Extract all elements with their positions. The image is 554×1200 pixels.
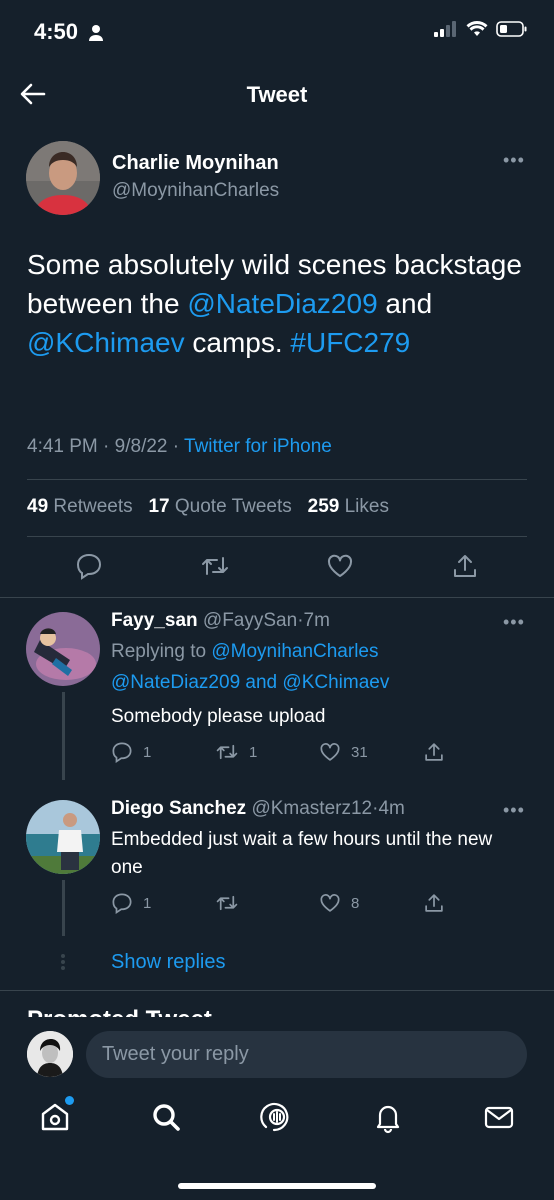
tweet-source-link[interactable]: Twitter for iPhone [184,436,332,457]
divider [0,597,554,598]
like-icon [319,892,341,914]
likes-stat[interactable]: 259 Likes [308,496,389,517]
envelope-icon [482,1100,516,1134]
thread-line [62,880,65,936]
reply-header: Fayy_san @FayySan·7m [111,610,330,632]
cellular-signal-icon [434,21,458,37]
thread-line [62,692,65,780]
share-icon[interactable] [451,552,479,580]
tweet-actions [27,552,527,580]
tweet-stats: 49 Retweets 17 Quote Tweets 259 Likes [27,496,389,518]
mention-link[interactable]: @KChimaev [282,672,389,693]
reply-reply-button[interactable]: 1 [111,741,215,763]
tweet-text-segment: camps. [184,327,291,358]
retweet-icon[interactable] [200,552,230,580]
tweet-text-segment: and [377,288,433,319]
retweet-icon [215,892,239,914]
meta-separator: · [97,436,115,457]
home-indicator [178,1183,376,1189]
reply-retweet-button[interactable]: 1 [215,741,319,763]
reply-text: Embedded just wait a few hours until the… [111,829,493,878]
hashtag-link[interactable]: #UFC279 [290,327,410,358]
replying-to-and: and [240,672,283,693]
reply-author-handle[interactable]: @FayySan [203,610,297,631]
reply-header: Diego Sanchez @Kmasterz12·4m [111,798,405,820]
reply-avatar[interactable] [26,800,100,874]
reply-share-button[interactable] [423,892,527,914]
reply-reply-button[interactable]: 1 [111,892,215,914]
author-name[interactable]: Charlie Moynihan [112,152,279,175]
home-icon [38,1100,72,1134]
notification-dot [65,1096,75,1105]
tweet-meta: 4:41 PM · 9/8/22 · Twitter for iPhone [27,436,332,458]
share-icon [423,892,445,914]
divider [27,536,527,537]
more-options-icon[interactable]: ••• [503,150,525,171]
author-avatar[interactable] [26,141,100,215]
tweet-date: 9/8/22 [114,436,168,457]
share-icon [423,741,445,763]
status-time: 4:50 [34,19,104,45]
tab-bar [0,1096,554,1134]
retweet-count: 1 [249,743,258,761]
reply-count: 1 [143,743,152,761]
more-options-icon[interactable]: ••• [503,800,525,821]
spaces-icon [260,1100,294,1134]
reply-text: Somebody please upload [111,706,326,727]
reply-time: 4m [378,798,405,819]
like-count: 31 [351,743,368,761]
reply-author-name[interactable]: Diego Sanchez [111,798,246,819]
reply-input[interactable]: Tweet your reply [86,1031,527,1078]
tweet-text: Some absolutely wild scenes backstage be… [27,245,527,362]
bell-icon [371,1100,405,1134]
tab-notifications[interactable] [371,1100,405,1134]
divider [27,479,527,480]
tab-home[interactable] [38,1096,75,1134]
reply-icon [111,892,133,914]
mention-link[interactable]: @NateDiaz209 [111,672,240,693]
tab-spaces[interactable] [260,1100,294,1134]
mention-link[interactable]: @KChimaev [27,327,185,358]
my-avatar[interactable] [27,1031,73,1077]
reply-icon[interactable] [75,552,103,580]
retweet-icon [215,741,239,763]
replying-to-label: Replying to [111,641,212,662]
meta-separator: · [167,436,185,457]
reply-like-button[interactable]: 31 [319,741,423,763]
reply-author-name[interactable]: Fayy_san [111,610,198,631]
show-replies-link[interactable]: Show replies [111,951,226,974]
tweet-time: 4:41 PM [27,436,98,457]
search-icon [149,1100,183,1134]
like-icon [319,741,341,763]
status-indicators [434,21,528,37]
reply-actions: 1 1 31 [111,741,527,763]
like-count: 8 [351,894,360,912]
mention-link[interactable]: @NateDiaz209 [187,288,377,319]
retweets-stat[interactable]: 49 Retweets [27,496,133,517]
reply-icon [111,741,133,763]
person-icon [88,24,104,42]
like-icon[interactable] [326,552,354,580]
tab-messages[interactable] [482,1100,516,1134]
reply-share-button[interactable] [423,741,527,763]
replying-to: Replying to @MoynihanCharles [111,641,378,663]
author-handle[interactable]: @MoynihanCharles [112,180,279,202]
reply-count: 1 [143,894,152,912]
reply-avatar[interactable] [26,612,100,686]
reply-retweet-button[interactable] [215,892,319,914]
tab-search[interactable] [149,1100,183,1134]
reply-author-handle[interactable]: @Kmasterz12 [251,798,372,819]
reply-actions: 1 8 [111,892,527,914]
quote-tweets-stat[interactable]: 17 Quote Tweets [148,496,291,517]
divider [0,990,554,991]
vertical-dots-icon [60,953,66,971]
page-title: Tweet [246,82,308,107]
wifi-icon [466,21,488,37]
replying-to-line2: @NateDiaz209 and @KChimaev [111,672,389,694]
mention-link[interactable]: @MoynihanCharles [211,641,378,662]
battery-icon [496,21,528,37]
more-options-icon[interactable]: ••• [503,612,525,633]
reply-time: 7m [303,610,330,631]
reply-like-button[interactable]: 8 [319,892,423,914]
